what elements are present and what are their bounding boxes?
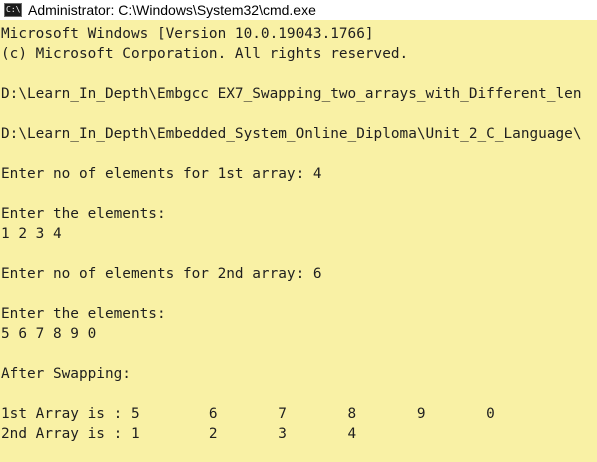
console-line: Enter the elements: — [1, 306, 166, 322]
cmd-icon: C:\ — [4, 3, 22, 17]
console-output[interactable]: Microsoft Windows [Version 10.0.19043.17… — [0, 20, 597, 462]
console-line: Microsoft Windows [Version 10.0.19043.17… — [1, 26, 374, 42]
console-line: 5 6 7 8 9 0 — [1, 326, 97, 342]
console-line: Enter no of elements for 2nd array: 6 — [1, 266, 322, 282]
window-title: Administrator: C:\Windows\System32\cmd.e… — [28, 2, 316, 18]
console-line: D:\Learn_In_Depth\Embgcc EX7_Swapping_tw… — [1, 86, 582, 102]
console-line: (c) Microsoft Corporation. All rights re… — [1, 46, 409, 62]
cmd-window: C:\ Administrator: C:\Windows\System32\c… — [0, 0, 597, 462]
console-line: D:\Learn_In_Depth\Embedded_System_Online… — [1, 126, 582, 142]
console-line: 1st Array is : 5 6 7 8 9 0 — [1, 406, 495, 422]
console-line: Enter no of elements for 1st array: 4 — [1, 166, 322, 182]
console-line: 2nd Array is : 1 2 3 4 — [1, 426, 357, 442]
console-line: Enter the elements: — [1, 206, 166, 222]
console-text: Microsoft Windows [Version 10.0.19043.17… — [0, 20, 597, 444]
title-bar[interactable]: C:\ Administrator: C:\Windows\System32\c… — [0, 0, 597, 20]
console-line: 1 2 3 4 — [1, 226, 62, 242]
console-line: After Swapping: — [1, 366, 131, 382]
